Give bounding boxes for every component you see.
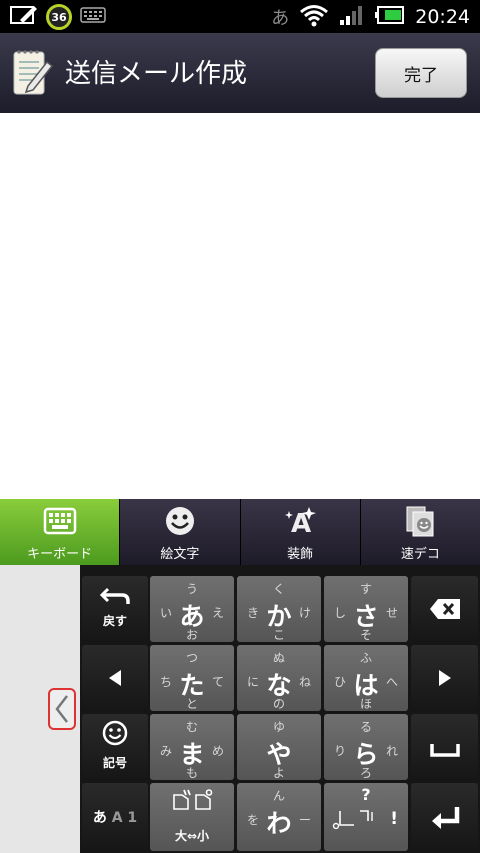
backspace-icon bbox=[411, 598, 478, 624]
case-toggle-label: 大⇔小 bbox=[174, 829, 210, 843]
punctuation-marks-icon bbox=[312, 809, 396, 833]
undo-label: 戻す bbox=[102, 614, 127, 628]
tab-keyboard[interactable]: キーボード bbox=[0, 499, 121, 565]
tab-label: キーボード bbox=[27, 547, 93, 562]
flick-right: ね bbox=[298, 675, 311, 689]
wifi-icon bbox=[299, 3, 329, 31]
space-key[interactable] bbox=[411, 714, 478, 780]
battery-icon bbox=[375, 5, 405, 29]
flick-up: ぬ bbox=[272, 651, 285, 665]
keyboard-notification-icon bbox=[80, 6, 106, 28]
flick-down: こ bbox=[272, 628, 285, 642]
tab-emoji[interactable]: 絵文字 bbox=[120, 499, 241, 565]
flick-up: む bbox=[185, 720, 198, 734]
flick-up: く bbox=[272, 582, 285, 596]
key-ya[interactable]: ゆ や よ bbox=[237, 714, 321, 780]
key-ma[interactable]: む み ま め も bbox=[150, 714, 234, 780]
tab-label: 装飾 bbox=[287, 547, 314, 562]
tab-quick-deco[interactable]: 速デコ bbox=[361, 499, 480, 565]
flick-down: の bbox=[272, 697, 285, 711]
keyboard-icon bbox=[43, 507, 76, 535]
flick-down: と bbox=[185, 697, 198, 711]
flick-right: め bbox=[211, 744, 224, 758]
input-mode-key[interactable]: あ A 1 bbox=[82, 783, 148, 851]
key-ta[interactable]: つ ち た て と bbox=[150, 645, 234, 711]
notes-notification-icon bbox=[10, 4, 38, 30]
flick-right: て bbox=[211, 675, 224, 689]
key-ha[interactable]: ふ ひ は へ ほ bbox=[324, 645, 408, 711]
flick-right: え bbox=[211, 606, 224, 620]
flick-down: そ bbox=[359, 628, 372, 642]
flick-up: ふ bbox=[359, 651, 372, 665]
flick-up: う bbox=[185, 582, 198, 596]
keyboard-area: 戻す う い あ え お く き か け こ す し さ せ そ つ ち た て… bbox=[0, 565, 480, 853]
cursor-right-key[interactable] bbox=[411, 645, 478, 711]
flick-up: ん bbox=[272, 789, 285, 803]
title-bar: 送信メール作成 完了 bbox=[0, 33, 480, 113]
flick-down: よ bbox=[272, 766, 285, 780]
collapse-keyboard-button[interactable] bbox=[48, 688, 76, 730]
punctuation-key[interactable]: ? ! bbox=[324, 783, 408, 851]
arrow-left-icon bbox=[82, 669, 148, 691]
input-mode-label: あ A 1 bbox=[82, 807, 148, 827]
flick-up: つ bbox=[185, 651, 198, 665]
flick-right: へ bbox=[385, 675, 398, 689]
flick-up: る bbox=[359, 720, 372, 734]
flick-down: お bbox=[185, 628, 198, 642]
keyboard-side-panel bbox=[0, 565, 80, 853]
undo-key[interactable]: 戻す bbox=[82, 576, 148, 642]
question-mark: ? bbox=[361, 785, 371, 804]
symbol-key[interactable]: 記号 bbox=[82, 714, 148, 780]
ime-indicator: あ bbox=[271, 8, 290, 29]
arrow-right-icon bbox=[411, 669, 478, 691]
flick-right: れ bbox=[385, 744, 398, 758]
flick-keypad: 戻す う い あ え お く き か け こ す し さ せ そ つ ち た て… bbox=[80, 565, 480, 853]
key-wa[interactable]: ん を わ ー bbox=[237, 783, 321, 851]
smiley-icon bbox=[82, 720, 148, 750]
flick-right: ー bbox=[298, 813, 311, 827]
enter-key[interactable] bbox=[411, 783, 478, 851]
dakuten-case-key[interactable]: 大⇔小 bbox=[150, 783, 234, 851]
flick-right: け bbox=[298, 606, 311, 620]
mode-alnum-label: A 1 bbox=[111, 810, 138, 826]
mode-kana-label: あ bbox=[92, 810, 107, 826]
cursor-left-key[interactable] bbox=[82, 645, 148, 711]
enter-icon bbox=[411, 805, 478, 835]
page-title: 送信メール作成 bbox=[65, 59, 248, 89]
flick-right: せ bbox=[385, 606, 398, 620]
flick-up: す bbox=[359, 582, 372, 596]
compose-mail-icon bbox=[12, 48, 54, 98]
message-body-area[interactable] bbox=[0, 113, 480, 499]
flick-down: ほ bbox=[359, 697, 372, 711]
backspace-key[interactable] bbox=[411, 576, 478, 642]
dakuten-icon bbox=[150, 789, 234, 815]
clock: 20:24 bbox=[415, 6, 470, 28]
key-ka[interactable]: く き か け こ bbox=[237, 576, 321, 642]
symbol-label: 記号 bbox=[102, 756, 127, 770]
space-icon bbox=[411, 742, 478, 761]
key-na[interactable]: ぬ に な ね の bbox=[237, 645, 321, 711]
flick-up: ゆ bbox=[272, 720, 285, 734]
status-bar: 36 あ 20:24 bbox=[0, 0, 480, 33]
tab-label: 絵文字 bbox=[160, 547, 200, 562]
key-sa[interactable]: す し さ せ そ bbox=[324, 576, 408, 642]
tab-label: 速デコ bbox=[400, 547, 440, 562]
decoration-icon: A bbox=[285, 507, 317, 537]
quick-deco-icon bbox=[406, 506, 434, 537]
exclamation-mark: ! bbox=[390, 809, 398, 829]
flick-down: ろ bbox=[359, 766, 372, 780]
key-ra[interactable]: る り ら れ ろ bbox=[324, 714, 408, 780]
chevron-left-icon bbox=[55, 695, 68, 723]
done-button[interactable]: 完了 bbox=[375, 48, 467, 98]
input-mode-tabs: キーボード 絵文字 A 装飾 速デコ bbox=[0, 499, 480, 565]
battery-percent-badge: 36 bbox=[46, 4, 72, 30]
undo-arrow-icon bbox=[82, 586, 148, 610]
flick-down: も bbox=[185, 766, 198, 780]
key-a[interactable]: う い あ え お bbox=[150, 576, 234, 642]
tab-decoration[interactable]: A 装飾 bbox=[241, 499, 361, 565]
smiley-icon bbox=[165, 507, 194, 535]
signal-icon bbox=[339, 4, 365, 30]
